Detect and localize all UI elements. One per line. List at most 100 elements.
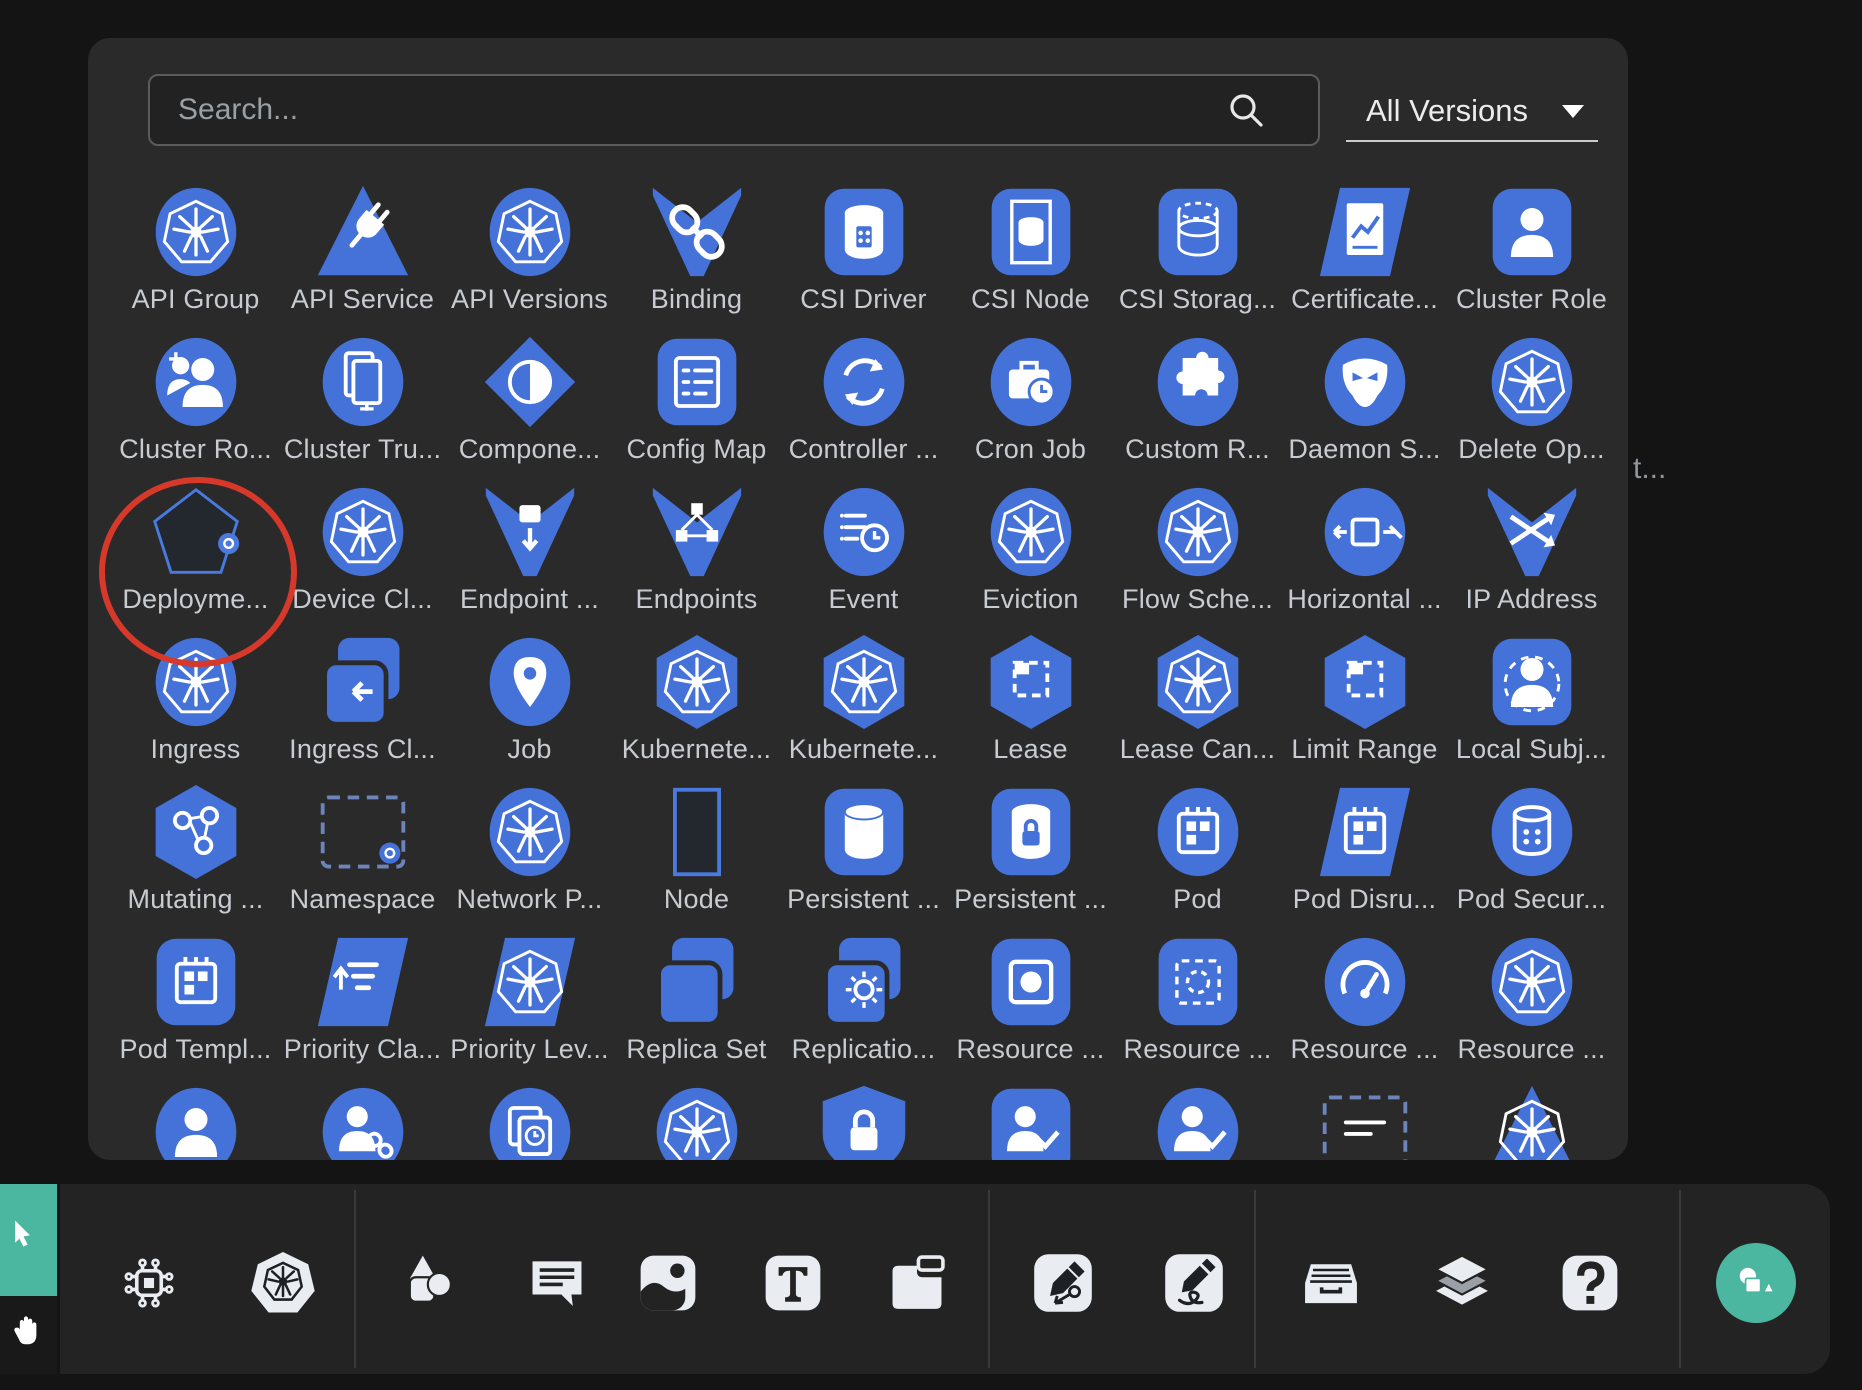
help-tool[interactable] [1550,1243,1630,1323]
kubernetes-wheel-icon [148,634,244,730]
library-item-cluster-tru[interactable]: Cluster Tru... [279,330,446,480]
library-item-flow-sche[interactable]: Flow Sche... [1114,480,1281,630]
library-item-label: Network P... [457,884,603,914]
shuffle-arrows-icon [1484,484,1580,580]
library-item-partial-6-6[interactable] [1114,1080,1281,1160]
person-check-icon [983,1084,1079,1160]
question-mark-icon [1554,1247,1626,1319]
library-item-config-map[interactable]: Config Map [613,330,780,480]
library-item-custom-r[interactable]: Custom R... [1114,330,1281,480]
library-item-pod-secur[interactable]: Pod Secur... [1448,780,1615,930]
library-item-replicatio[interactable]: Replicatio... [780,930,947,1080]
library-item-partial-6-7[interactable] [1281,1080,1448,1160]
library-item-csi-storag[interactable]: CSI Storag... [1114,180,1281,330]
library-item-node[interactable]: Node [613,780,780,930]
image-tool[interactable] [628,1243,708,1323]
library-item-eviction[interactable]: Eviction [947,480,1114,630]
library-item-ingress[interactable]: Ingress [112,630,279,780]
cylinder-dashed-icon [1150,184,1246,280]
outline-rect-icon [649,784,745,880]
library-item-partial-6-5[interactable] [947,1080,1114,1160]
search-input[interactable] [150,93,1224,127]
library-item-kubernete[interactable]: Kubernete... [780,630,947,780]
card-lines-icon [1317,1084,1413,1160]
library-item-csi-node[interactable]: CSI Node [947,180,1114,330]
search-box[interactable] [148,74,1320,146]
sticky-note-tool[interactable] [877,1243,957,1323]
library-item-pod-disru[interactable]: Pod Disru... [1281,780,1448,930]
library-item-priority-cla[interactable]: Priority Cla... [279,930,446,1080]
archive-tool[interactable] [1291,1243,1371,1323]
network-diagram-tool[interactable] [109,1243,189,1323]
library-item-local-subj[interactable]: Local Subj... [1448,630,1615,780]
library-item-resource[interactable]: Resource ... [1281,930,1448,1080]
library-item-api-service[interactable]: API Service [279,180,446,330]
library-item-resource[interactable]: Resource ... [947,930,1114,1080]
library-item-partial-6-3[interactable] [613,1080,780,1160]
library-item-label: Endpoints [636,584,758,614]
library-item-partial-6-8[interactable] [1448,1080,1615,1160]
library-item-resource[interactable]: Resource ... [1448,930,1615,1080]
kubernetes-wheel-icon [1484,934,1580,1030]
library-item-partial-6-1[interactable] [279,1080,446,1160]
shape-library-button[interactable] [1716,1243,1796,1323]
library-item-lease-can[interactable]: Lease Can... [1114,630,1281,780]
ring-badge-icon [315,784,411,880]
layers-tool[interactable] [1422,1243,1502,1323]
library-item-partial-6-2[interactable] [446,1080,613,1160]
library-item-api-group[interactable]: API Group [112,180,279,330]
library-item-persistent[interactable]: Persistent ... [780,780,947,930]
library-item-cron-job[interactable]: Cron Job [947,330,1114,480]
library-item-device-cl[interactable]: Device Cl... [279,480,446,630]
version-filter-value: All Versions [1346,93,1562,129]
library-item-mutating[interactable]: Mutating ... [112,780,279,930]
library-item-endpoint[interactable]: Endpoint ... [446,480,613,630]
library-item-delete-op[interactable]: Delete Op... [1448,330,1615,480]
library-item-endpoints[interactable]: Endpoints [613,480,780,630]
library-item-pod[interactable]: Pod [1114,780,1281,930]
hand-tool[interactable] [0,1296,57,1374]
library-item-binding[interactable]: Binding [613,180,780,330]
library-item-event[interactable]: Event [780,480,947,630]
library-item-deployme[interactable]: Deployme... [112,480,279,630]
library-item-label: Custom R... [1125,434,1270,464]
library-item-horizontal[interactable]: Horizontal ... [1281,480,1448,630]
library-item-namespace[interactable]: Namespace [279,780,446,930]
freehand-draw-tool[interactable] [1154,1243,1234,1323]
library-item-kubernete[interactable]: Kubernete... [613,630,780,780]
kubernetes-wheel-icon [315,484,411,580]
toolbar-divider [988,1190,990,1368]
library-item-resource[interactable]: Resource ... [1114,930,1281,1080]
library-item-controller[interactable]: Controller ... [780,330,947,480]
library-item-daemon-s[interactable]: Daemon S... [1281,330,1448,480]
library-item-persistent[interactable]: Persistent ... [947,780,1114,930]
library-item-ip-address[interactable]: IP Address [1448,480,1615,630]
library-item-compone[interactable]: Compone... [446,330,613,480]
library-item-limit-range[interactable]: Limit Range [1281,630,1448,780]
library-item-partial-6-0[interactable] [112,1080,279,1160]
library-item-ingress-cl[interactable]: Ingress Cl... [279,630,446,780]
library-item-pod-templ[interactable]: Pod Templ... [112,930,279,1080]
kubernetes-library-tool[interactable] [243,1243,323,1323]
select-tool[interactable] [0,1184,57,1296]
connector-pen-tool[interactable] [1023,1243,1103,1323]
library-item-network-p[interactable]: Network P... [446,780,613,930]
text-tool[interactable] [753,1243,833,1323]
library-item-partial-6-4[interactable] [780,1080,947,1160]
library-item-replica-set[interactable]: Replica Set [613,930,780,1080]
person-icon [1484,184,1580,280]
library-item-label: Binding [651,284,742,314]
library-item-priority-lev[interactable]: Priority Lev... [446,930,613,1080]
library-item-label: Endpoint ... [460,584,599,614]
library-item-csi-driver[interactable]: CSI Driver [780,180,947,330]
comment-tool[interactable] [517,1243,597,1323]
library-item-cluster-role[interactable]: Cluster Role [1448,180,1615,330]
shapes-tool[interactable] [390,1243,470,1323]
library-item-job[interactable]: Job [446,630,613,780]
library-item-api-versions[interactable]: API Versions [446,180,613,330]
library-item-cluster-ro[interactable]: Cluster Ro... [112,330,279,480]
version-filter-dropdown[interactable]: All Versions [1346,82,1598,142]
text-t-icon [757,1247,829,1319]
library-item-lease[interactable]: Lease [947,630,1114,780]
library-item-certificate[interactable]: Certificate... [1281,180,1448,330]
